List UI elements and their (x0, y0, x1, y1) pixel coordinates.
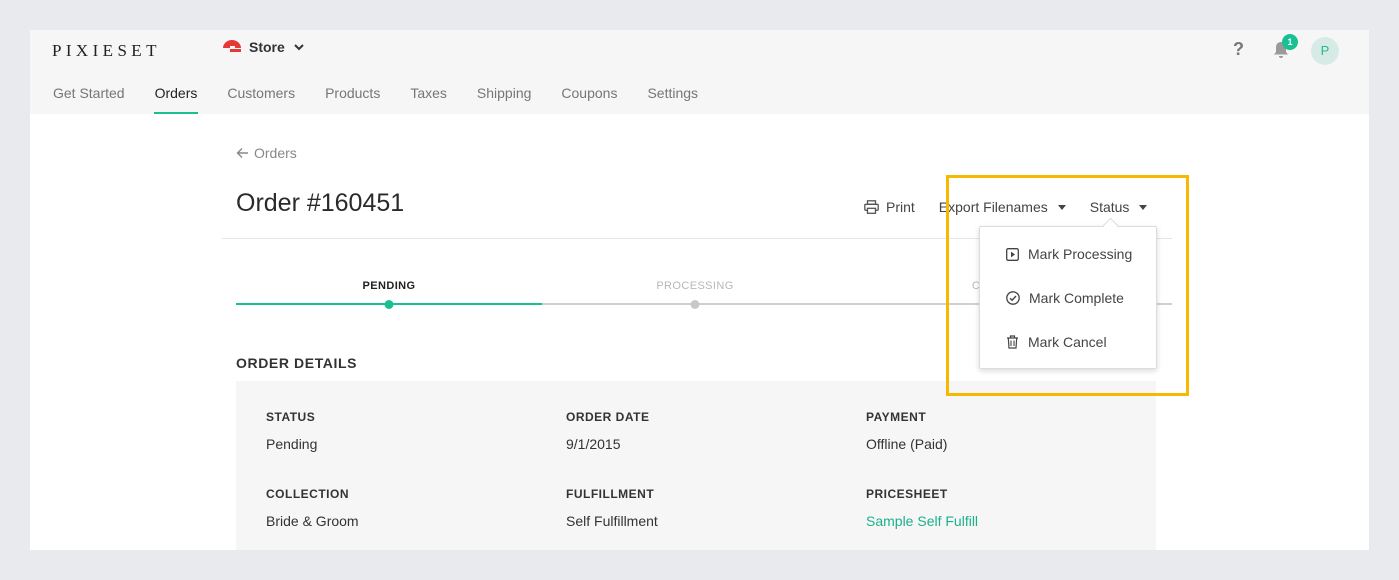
field-label: COLLECTION (266, 487, 349, 501)
back-to-orders-link[interactable]: Orders (236, 145, 297, 161)
chevron-down-icon (294, 43, 304, 50)
field-status: STATUS Pending (266, 410, 317, 452)
back-link-label: Orders (254, 145, 297, 161)
notification-count-badge: 1 (1282, 34, 1298, 50)
menu-item-label: Mark Processing (1028, 246, 1133, 262)
store-switcher-label: Store (249, 39, 285, 55)
status-dropdown[interactable]: Status (1090, 199, 1148, 215)
step-dot-processing (690, 300, 700, 309)
menu-item-label: Mark Complete (1029, 290, 1124, 306)
order-details-heading: ORDER DETAILS (236, 355, 358, 371)
printer-icon (864, 200, 879, 214)
print-label: Print (886, 199, 915, 215)
field-value: Offline (Paid) (866, 436, 948, 452)
status-dropdown-menu: Mark Processing Mark Complete Mark Cance… (979, 226, 1157, 369)
caret-down-icon (1139, 204, 1148, 210)
field-fulfillment: FULFILLMENT Self Fulfillment (566, 487, 658, 529)
nav-item-products[interactable]: Products (325, 85, 380, 114)
nav-item-get-started[interactable]: Get Started (53, 85, 125, 114)
field-label: ORDER DATE (566, 410, 650, 424)
pixieset-logo[interactable]: PIXIESET (52, 41, 161, 61)
store-switcher[interactable]: Store (222, 39, 304, 55)
step-label-pending: PENDING (362, 280, 416, 292)
nav-item-shipping[interactable]: Shipping (477, 85, 532, 114)
menu-item-mark-processing[interactable]: Mark Processing (980, 232, 1156, 276)
field-value: 9/1/2015 (566, 436, 621, 452)
nav-item-orders[interactable]: Orders (153, 85, 199, 114)
pricesheet-link[interactable]: Sample Self Fulfill (866, 513, 978, 529)
field-label: PAYMENT (866, 410, 927, 424)
caret-down-icon (1057, 204, 1066, 210)
export-filenames-label: Export Filenames (938, 199, 1048, 215)
main-nav: Get Started Orders Customers Products Ta… (53, 85, 728, 114)
store-logo-icon (223, 40, 241, 52)
user-avatar[interactable]: P (1311, 37, 1339, 65)
nav-item-customers[interactable]: Customers (227, 85, 295, 114)
play-square-icon (1006, 247, 1019, 261)
order-actions: Print Export Filenames Status (864, 199, 1148, 215)
field-order-date: ORDER DATE 9/1/2015 (566, 410, 649, 452)
field-pricesheet: PRICESHEET Sample Self Fulfill (866, 487, 978, 529)
field-collection: COLLECTION Bride & Groom (266, 487, 359, 529)
field-value: Self Fulfillment (566, 513, 658, 529)
menu-item-mark-cancel[interactable]: Mark Cancel (980, 320, 1156, 364)
nav-item-coupons[interactable]: Coupons (561, 85, 617, 114)
check-circle-icon (1006, 291, 1020, 305)
menu-item-label: Mark Cancel (1028, 334, 1107, 350)
app-window: PIXIESET Store ? 1 P Get Started Orders … (30, 30, 1369, 550)
field-value: Bride & Groom (266, 513, 359, 529)
menu-item-mark-complete[interactable]: Mark Complete (980, 276, 1156, 320)
export-filenames-dropdown[interactable]: Export Filenames (939, 199, 1066, 215)
page-title: Order #160451 (236, 189, 405, 217)
nav-item-taxes[interactable]: Taxes (410, 85, 447, 114)
status-dropdown-label: Status (1089, 199, 1130, 215)
nav-item-settings[interactable]: Settings (647, 85, 698, 114)
arrow-left-icon (236, 148, 248, 158)
order-details-panel: STATUS Pending ORDER DATE 9/1/2015 PAYME… (236, 381, 1156, 550)
field-payment: PAYMENT Offline (Paid) (866, 410, 947, 452)
field-value: Pending (266, 436, 318, 452)
step-dot-pending (384, 300, 394, 309)
trash-icon (1007, 335, 1018, 349)
help-icon[interactable]: ? (1233, 39, 1244, 60)
field-label: PRICESHEET (866, 487, 948, 501)
top-bar: PIXIESET Store ? 1 P Get Started Orders … (30, 30, 1369, 114)
step-label-processing: PROCESSING (656, 280, 734, 292)
field-label: FULFILLMENT (566, 487, 655, 501)
print-button[interactable]: Print (864, 199, 915, 215)
field-label: STATUS (266, 410, 316, 424)
